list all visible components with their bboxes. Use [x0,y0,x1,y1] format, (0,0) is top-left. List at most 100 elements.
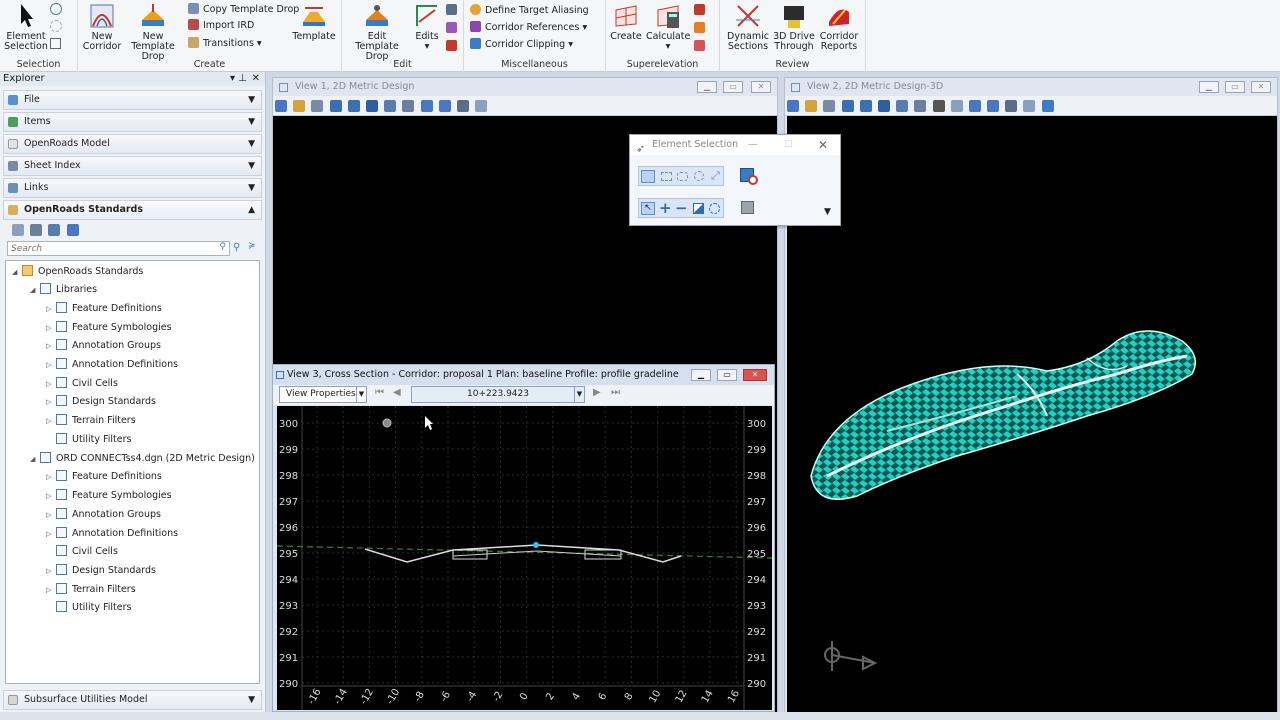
next-view-icon[interactable] [438,100,451,112]
maximize-button[interactable]: ▭ [1225,81,1245,93]
refresh-icon[interactable] [12,224,24,236]
tree-node-item[interactable]: ▷ Annotation Groups [46,337,161,355]
first-station-icon[interactable]: ⏮ [375,387,384,398]
expand-dialog-icon[interactable]: ▼ [824,207,831,217]
shape-method-icon[interactable] [677,172,688,181]
calculate-button[interactable]: Calculate ▾ [646,2,690,52]
zoom-out-icon[interactable] [347,100,360,112]
edit-tool-icon[interactable] [446,40,457,51]
edit-template-drop-button[interactable]: Edit Template Drop [344,2,410,62]
corridor-clipping-button[interactable]: Corridor Clipping ▾ [470,37,573,53]
section-links[interactable]: Links ▼ [3,178,262,198]
display-style-icon[interactable] [293,100,306,112]
zoom-out-icon[interactable] [859,100,872,112]
next-station-icon[interactable]: ▶ [593,387,601,398]
select-box-icon[interactable] [50,38,61,49]
zoom-in-icon[interactable] [841,100,854,112]
edit-tool-icon[interactable] [446,4,457,15]
rotate-icon[interactable] [896,100,909,112]
tree-node-libraries[interactable]: ◢ Libraries [30,281,97,299]
element-selection-button[interactable]: Element Selection [4,2,48,52]
minimize-button[interactable]: ▁ [1199,81,1219,93]
settings-icon[interactable] [311,100,324,112]
section-openroads-standards[interactable]: OpenRoads Standards ▲ [3,200,262,220]
edits-button[interactable]: Edits ▾ [412,2,442,52]
clip-volume-icon[interactable] [1005,100,1018,112]
new-corridor-button[interactable]: New Corridor [82,2,122,52]
edit-tool-icon[interactable] [446,22,457,33]
rotate-icon[interactable] [384,100,397,112]
pin-icon[interactable]: ⊥ [238,72,247,86]
tree-node-item[interactable]: ▷ Feature Definitions [46,300,162,318]
new-mode-icon[interactable]: ↖ [641,202,655,215]
clip-mask-icon[interactable] [1023,100,1036,112]
tree-node-dgn[interactable]: ◢ ORD CONNECTss4.dgn (2D Metric Design) [30,450,255,468]
view3-canvas[interactable]: 300 299 298 297 296 295 294 293 292 291 290 300 299… [276,406,773,710]
section-file[interactable]: File ▼ [3,90,262,110]
section-subsurface-utilities[interactable]: Subsurface Utilities Model ▼ [3,690,262,710]
superelevation-tool-icon[interactable] [694,4,705,15]
import-ird-button[interactable]: Import IRD [188,18,254,34]
view2-canvas[interactable] [787,116,1277,716]
pan-icon[interactable] [914,100,927,112]
select-fence-icon[interactable] [50,20,62,32]
transitions-button[interactable]: Transitions ▾ [188,36,262,52]
tree-node-item[interactable]: ▷ Annotation Groups [46,506,161,524]
tree-node-item[interactable]: Utility Filters [46,599,131,617]
copy-template-drop-button[interactable]: Copy Template Drop [188,2,299,18]
walk-icon[interactable] [932,100,945,112]
tree-node-item[interactable]: Utility Filters [46,431,131,449]
camera-icon[interactable] [1041,100,1054,112]
previous-view-icon[interactable] [968,100,981,112]
previous-view-icon[interactable] [420,100,433,112]
minimize-button[interactable]: ▁ [697,81,717,93]
maximize-button[interactable]: ▭ [723,81,743,93]
next-view-icon[interactable] [987,100,1000,112]
subtract-mode-icon[interactable]: − [675,199,688,217]
fit-view-icon[interactable] [365,100,378,112]
search-field[interactable]: ⚲ [7,241,230,256]
tree-node-item[interactable]: ▷ Annotation Definitions [46,356,178,374]
fit-view-icon[interactable] [877,100,890,112]
zoom-in-icon[interactable] [329,100,342,112]
pan-icon[interactable] [402,100,415,112]
tree-node-item[interactable]: ▷ Feature Symbologies [46,487,172,505]
superelevation-tool-icon[interactable] [694,40,705,51]
maximize-button[interactable]: ▭ [717,369,737,381]
close-button[interactable]: ✕ [1251,81,1271,93]
minimize-button[interactable]: ▁ [691,369,711,381]
tree-node-item[interactable]: ▷ Civil Cells [46,375,118,393]
clip-mask-icon[interactable] [475,100,488,112]
section-items[interactable]: Items ▼ [3,112,262,132]
add-mode-icon[interactable]: + [659,199,672,217]
select-all-icon[interactable] [741,201,754,214]
dynamic-sections-button[interactable]: Dynamic Sections [724,2,772,52]
superelevation-create-button[interactable]: Create [608,2,644,42]
clear-mode-icon[interactable] [709,203,720,214]
search-options-icon[interactable]: ⚲ [233,242,240,253]
section-sheet-index[interactable]: Sheet Index ▼ [3,156,262,176]
station-dropdown[interactable]: 10+223.9423 ▼ [411,386,585,403]
tree-node-item[interactable]: ▷ Terrain Filters [46,412,136,430]
dropdown-icon[interactable]: ▾ [230,72,235,86]
search-icon[interactable]: ⚲ [219,242,226,252]
circle-method-icon[interactable] [694,171,704,181]
invert-mode-icon[interactable] [693,203,704,214]
close-button[interactable]: ✕ [743,369,767,381]
line-method-icon[interactable]: ⤢ [711,169,720,183]
search-input[interactable] [8,242,208,255]
last-station-icon[interactable]: ⏭ [611,387,620,398]
maximize-button[interactable]: ☐ [784,135,793,155]
filter-icon[interactable] [30,224,43,236]
fly-icon[interactable] [950,100,963,112]
minimize-button[interactable]: — [748,135,758,155]
tree-node-item[interactable]: ▷ Design Standards [46,393,156,411]
tree-node-item[interactable]: ▷ Design Standards [46,562,156,580]
close-icon[interactable]: ✕ [252,72,260,86]
expand-icon[interactable]: ≽ [248,241,256,251]
zoom-icon[interactable] [48,224,61,236]
tree-node-item[interactable]: Civil Cells [46,543,118,561]
select-circle-icon[interactable] [50,3,62,15]
individual-method-icon[interactable] [641,170,655,183]
template-button[interactable]: Template [292,2,336,42]
